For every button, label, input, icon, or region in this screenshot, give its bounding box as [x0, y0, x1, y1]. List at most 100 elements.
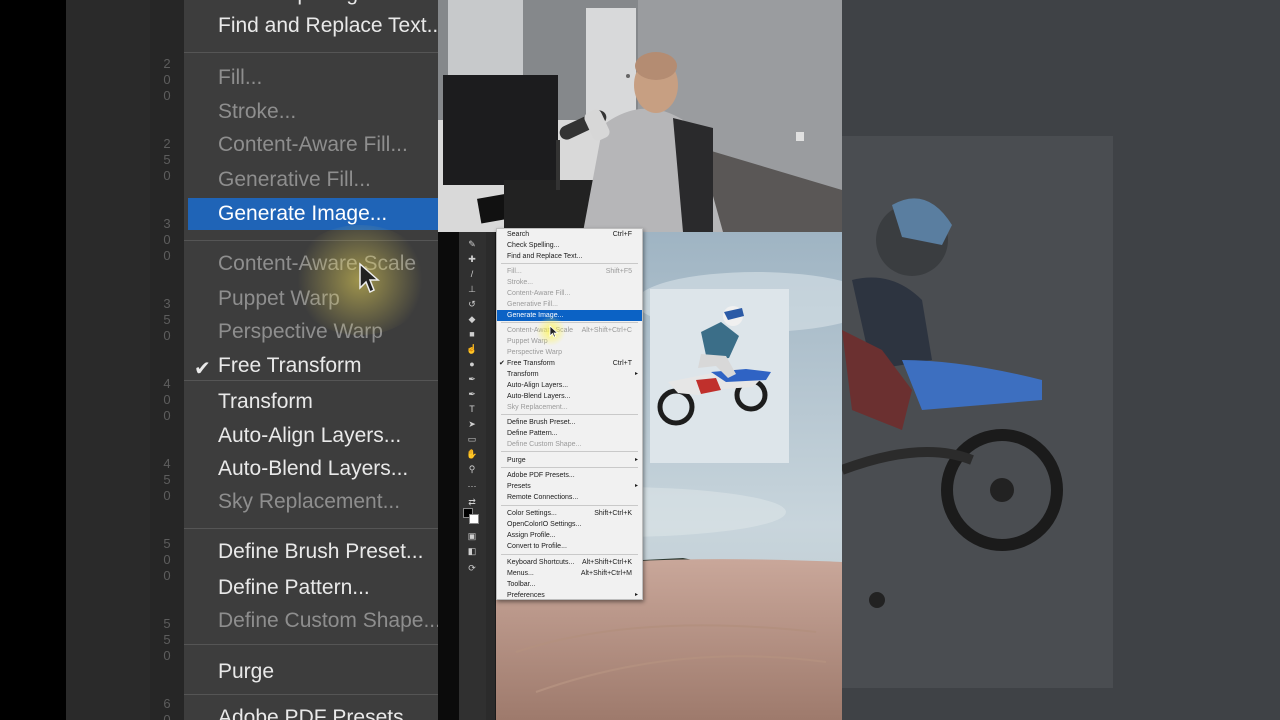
ruler-digit: 0	[163, 648, 171, 663]
menu-item-label: Define Custom Shape...	[507, 441, 582, 448]
ruler-digit: 4	[163, 456, 171, 471]
ruler-digit: 0	[163, 712, 171, 720]
menu-item-opencolorio-settings[interactable]: OpenColorIO Settings...	[497, 519, 642, 530]
menu-item-label: Content-Aware Fill...	[507, 290, 571, 297]
ruler-digit: 5	[163, 472, 171, 487]
menu-item-toolbar[interactable]: Toolbar...	[497, 579, 642, 590]
submenu-arrow-icon: ▸	[634, 457, 638, 463]
rectangle-tool-icon[interactable]: ▭	[463, 433, 481, 445]
zoomed-menu-item: Check Spelling...	[218, 0, 376, 6]
menu-item-purge[interactable]: Purge ▸	[497, 455, 642, 466]
menu-item-label: Define Brush Preset...	[507, 419, 576, 426]
menu-item-color-settings[interactable]: Color Settings... Shift+Ctrl+K	[497, 508, 642, 519]
menu-item-label: Define Pattern...	[507, 430, 558, 437]
zoom-tool-icon-small[interactable]: ⚲	[463, 463, 481, 475]
menu-item-assign-profile[interactable]: Assign Profile...	[497, 530, 642, 541]
menu-item-adobe-pdf-presets[interactable]: Adobe PDF Presets...	[497, 470, 642, 481]
pen-tool-alt-icon[interactable]: ✒	[463, 388, 481, 400]
zoomed-edit-menu: Check Spelling... Find and Replace Text..…	[184, 0, 438, 720]
swap-colors-icon[interactable]: ⇄	[463, 496, 481, 508]
menu-item-label: Find and Replace Text...	[507, 253, 583, 260]
menu-item-auto-blend-layers[interactable]: Auto-Blend Layers...	[497, 391, 642, 402]
zoomed-menu-item: Adobe PDF Presets...	[218, 706, 422, 720]
dodge-tool-icon[interactable]: ●	[463, 358, 481, 370]
zoomed-toolbar: ✚ 🖌 ⊥ ↺ ◆ ■ ☝ ● ⚲ ✒ T ➤ ▭ ✋ ⚲	[66, 0, 190, 720]
more-tools-icon[interactable]: ⋯	[463, 480, 481, 492]
menu-item-shortcut: Shift+F5	[605, 268, 632, 275]
menu-item-label: Check Spelling...	[507, 242, 560, 249]
ruler-digit: 0	[163, 248, 171, 263]
menu-item-define-pattern[interactable]: Define Pattern...	[497, 428, 642, 439]
stamp-tool-icon[interactable]: ⊥	[463, 283, 481, 295]
menu-item-presets[interactable]: Presets ▸	[497, 481, 642, 492]
zoomed-menu-item: Fill...	[218, 66, 263, 89]
menu-item-label: Search	[507, 231, 530, 238]
menu-item-shortcut: Alt+Shift+Ctrl+C	[581, 327, 632, 334]
menu-item-generative-fill: Generative Fill...	[497, 299, 642, 310]
menu-item-menus[interactable]: Menus... Alt+Shift+Ctrl+M	[497, 568, 642, 579]
vertical-ruler	[486, 232, 496, 720]
menu-item-transform[interactable]: Transform ▸	[497, 369, 642, 380]
menu-item-search[interactable]: Search Ctrl+F	[497, 229, 642, 240]
menu-item-label: Purge	[507, 457, 526, 464]
menu-item-shortcut: Shift+Ctrl+K	[594, 510, 632, 517]
menu-item-convert-to-profile[interactable]: Convert to Profile...	[497, 541, 642, 552]
pen-tool-icon[interactable]: ✒	[463, 373, 481, 385]
brush-tool-icon[interactable]: /	[463, 268, 481, 280]
background-color-swatch[interactable]	[469, 514, 479, 524]
menu-item-label: OpenColorIO Settings...	[507, 521, 582, 528]
eyedropper-tool-icon[interactable]: ✎	[463, 238, 481, 250]
quick-mask-icon[interactable]: ▣	[463, 530, 481, 542]
webcam-video	[438, 0, 842, 232]
menu-item-check-spelling[interactable]: Check Spelling...	[497, 240, 642, 251]
menu-item-label: Stroke...	[507, 279, 534, 286]
menu-item-shortcut: Alt+Shift+Ctrl+M	[580, 570, 632, 577]
menu-item-free-transform[interactable]: Free Transform Ctrl+T ✔	[497, 358, 642, 369]
eraser-tool-icon[interactable]: ◆	[463, 313, 481, 325]
ruler-digit: 0	[163, 88, 171, 103]
menu-item-content-aware-fill: Content-Aware Fill...	[497, 288, 642, 299]
menu-item-keyboard-shortcuts[interactable]: Keyboard Shortcuts... Alt+Shift+Ctrl+K	[497, 557, 642, 568]
type-tool-icon[interactable]: T	[463, 403, 481, 415]
zoomed-menu-item: Find and Replace Text...	[218, 14, 438, 37]
menu-item-remote-connections[interactable]: Remote Connections...	[497, 492, 642, 503]
smudge-tool-icon[interactable]: ☝	[463, 343, 481, 355]
zoomed-vertical-ruler: 200250300350400450500550600	[150, 0, 184, 720]
menu-item-find-and-replace-text[interactable]: Find and Replace Text...	[497, 251, 642, 262]
menu-item-define-custom-shape: Define Custom Shape...	[497, 439, 642, 450]
menu-item-auto-align-layers[interactable]: Auto-Align Layers...	[497, 380, 642, 391]
ruler-digit: 6	[163, 696, 171, 711]
healing-brush-tool-icon[interactable]: ✚	[463, 253, 481, 265]
zoomed-menu-item: Transform	[218, 390, 313, 413]
content-credentials-icon[interactable]: ⟳	[463, 562, 481, 574]
zoomed-menu-item: Generate Image...	[188, 198, 438, 230]
ruler-digit: 5	[163, 536, 171, 551]
menu-item-preferences[interactable]: Preferences ▸	[497, 590, 642, 601]
menu-item-perspective-warp: Perspective Warp	[497, 347, 642, 358]
gradient-tool-icon[interactable]: ■	[463, 328, 481, 340]
path-selection-tool-icon[interactable]: ➤	[463, 418, 481, 430]
menu-item-label: Convert to Profile...	[507, 543, 567, 550]
menu-item-label: Remote Connections...	[507, 494, 579, 501]
menu-item-define-brush-preset[interactable]: Define Brush Preset...	[497, 417, 642, 428]
ruler-digit: 3	[163, 296, 171, 311]
zoomed-menu-background: ✚ 🖌 ⊥ ↺ ◆ ■ ☝ ● ⚲ ✒ T ➤ ▭ ✋ ⚲ 2002503003…	[0, 0, 438, 720]
ruler-digit: 0	[163, 328, 171, 343]
ruler-digit: 5	[163, 632, 171, 647]
zoomed-menu-item: Content-Aware Fill...	[218, 133, 408, 156]
menu-item-generate-image[interactable]: Generate Image...	[497, 310, 642, 321]
screen-mode-icon[interactable]: ◧	[463, 545, 481, 557]
history-brush-tool-icon[interactable]: ↺	[463, 298, 481, 310]
zoomed-menu-item: Purge	[218, 660, 275, 683]
menu-item-label: Assign Profile...	[507, 532, 556, 539]
menu-item-shortcut: Ctrl+T	[612, 360, 632, 367]
hand-tool-icon[interactable]: ✋	[463, 448, 481, 460]
menu-item-label: Perspective Warp	[507, 349, 562, 356]
submenu-arrow-icon: ▸	[634, 592, 638, 598]
screen: ✚ 🖌 ⊥ ↺ ◆ ■ ☝ ● ⚲ ✒ T ➤ ▭ ✋ ⚲ 2002503003…	[0, 0, 1280, 720]
checkmark-icon: ✔	[499, 360, 505, 367]
ruler-digit: 5	[163, 312, 171, 327]
zoomed-photo-background	[842, 0, 1280, 720]
zoomed-cursor-icon	[359, 262, 380, 294]
menu-item-label: Transform	[507, 371, 539, 378]
